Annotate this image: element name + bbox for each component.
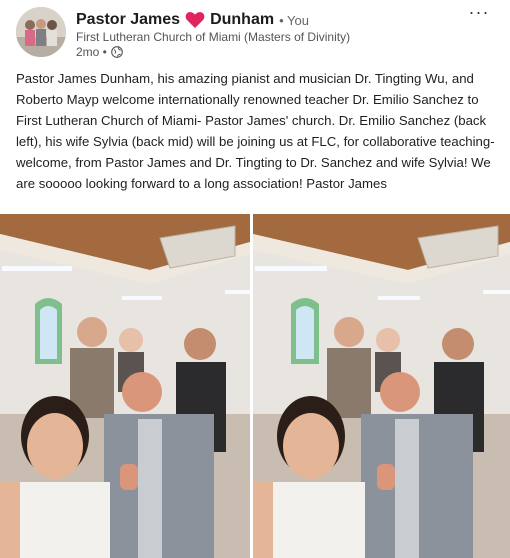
post-photo-left[interactable] <box>0 214 250 558</box>
post-meta: 2mo • <box>76 45 123 59</box>
author-row: Pastor James Dunham • You <box>76 9 309 31</box>
post-photo-right[interactable] <box>253 214 510 558</box>
feed-post: Pastor James Dunham • You First Lutheran… <box>0 0 510 558</box>
author-avatar[interactable] <box>16 7 66 57</box>
you-badge: • You <box>279 12 309 28</box>
author-last-name[interactable]: Dunham <box>210 11 274 29</box>
heart-icon <box>185 11 205 29</box>
globe-icon <box>111 46 123 58</box>
post-images <box>0 214 510 558</box>
author-first-name[interactable]: Pastor James <box>76 11 180 29</box>
post-time: 2mo • <box>76 45 107 59</box>
more-options-button[interactable]: ··· <box>466 3 492 24</box>
author-headline: First Lutheran Church of Miami (Masters … <box>76 30 351 44</box>
post-body-text: Pastor James Dunham, his amazing pianist… <box>16 71 495 191</box>
